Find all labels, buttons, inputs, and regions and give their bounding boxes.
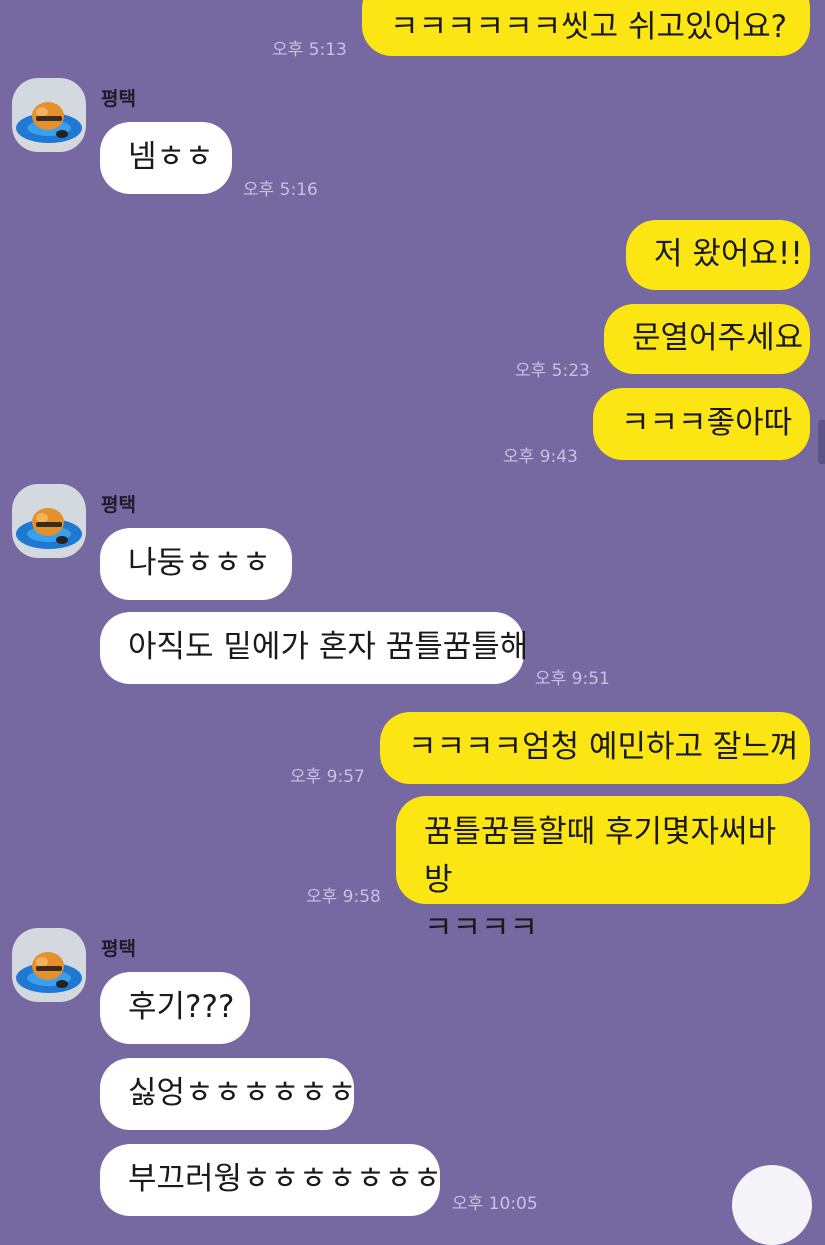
message-text: 저 왔어요!! bbox=[654, 236, 803, 273]
message-text: 넴ㅎㅎ bbox=[128, 139, 214, 176]
message-timestamp: 오후 5:16 bbox=[243, 180, 318, 200]
message-text: ㅋㅋㅋㅋㅋㅋ씻고 쉬고있어요? bbox=[390, 9, 788, 46]
message-timestamp: 오후 9:58 bbox=[306, 887, 381, 907]
their-message-bubble[interactable]: 나둥ㅎㅎㅎ bbox=[100, 528, 292, 600]
message-timestamp: 오후 5:13 bbox=[272, 40, 347, 60]
avatar-image bbox=[16, 952, 82, 993]
my-message-bubble[interactable]: 문열어주세요 bbox=[604, 304, 810, 374]
message-timestamp: 오후 9:51 bbox=[535, 669, 610, 689]
message-text: 나둥ㅎㅎㅎ bbox=[128, 545, 271, 582]
their-message-bubble[interactable]: 싫엉ㅎㅎㅎㅎㅎㅎ bbox=[100, 1058, 357, 1130]
side-edge-handle[interactable] bbox=[818, 420, 825, 464]
sender-name: 평택 bbox=[101, 88, 136, 110]
message-text-line: ㅋㅋㅋㅋ bbox=[424, 910, 539, 947]
my-message-bubble[interactable]: ㅋㅋㅋㅋ엄청 예민하고 잘느껴 bbox=[380, 712, 810, 784]
avatar-character-on-float-icon[interactable] bbox=[12, 928, 86, 1002]
message-text: ㅋㅋㅋ좋아따 bbox=[621, 405, 793, 442]
message-text: ㅋㅋㅋㅋ엄청 예민하고 잘느껴 bbox=[408, 729, 799, 766]
message-timestamp: 오후 5:23 bbox=[515, 361, 590, 381]
my-message-bubble[interactable]: ㅋㅋㅋㅋㅋㅋ씻고 쉬고있어요? bbox=[362, 0, 810, 56]
their-message-bubble[interactable]: 넴ㅎㅎ bbox=[100, 122, 232, 194]
their-message-bubble[interactable]: 부끄러웡ㅎㅎㅎㅎㅎㅎㅎ bbox=[100, 1144, 442, 1216]
their-message-bubble[interactable]: 아직도 밑에가 혼자 꿈틀꿈틀해 bbox=[100, 612, 528, 684]
avatar-image bbox=[16, 102, 82, 143]
message-text: 싫엉ㅎㅎㅎㅎㅎㅎ bbox=[128, 1075, 357, 1112]
message-text: 부끄러웡ㅎㅎㅎㅎㅎㅎㅎ bbox=[128, 1161, 442, 1198]
sender-name: 평택 bbox=[101, 938, 136, 960]
my-message-bubble[interactable]: 저 왔어요!! bbox=[626, 220, 810, 290]
message-text-line: 꿈틀꿈틀할때 후기몇자써바방 bbox=[424, 814, 777, 899]
message-text: 후기??? bbox=[128, 989, 235, 1026]
message-text: 아직도 밑에가 혼자 꿈틀꿈틀해 bbox=[128, 629, 529, 666]
message-timestamp: 오후 9:43 bbox=[503, 447, 578, 467]
message-timestamp: 오후 9:57 bbox=[290, 767, 365, 787]
scroll-to-bottom-button[interactable] bbox=[732, 1165, 812, 1245]
message-text: 문열어주세요 bbox=[632, 320, 804, 357]
avatar-image bbox=[16, 508, 82, 549]
my-message-bubble[interactable]: 꿈틀꿈틀할때 후기몇자써바방 ㅋㅋㅋㅋ bbox=[396, 796, 810, 946]
their-message-bubble[interactable]: 후기??? bbox=[100, 972, 250, 1044]
avatar-character-on-float-icon[interactable] bbox=[12, 484, 86, 558]
message-timestamp: 오후 10:05 bbox=[452, 1194, 538, 1214]
my-message-bubble[interactable]: ㅋㅋㅋ좋아따 bbox=[593, 388, 810, 460]
sender-name: 평택 bbox=[101, 494, 136, 516]
avatar-character-on-float-icon[interactable] bbox=[12, 78, 86, 152]
